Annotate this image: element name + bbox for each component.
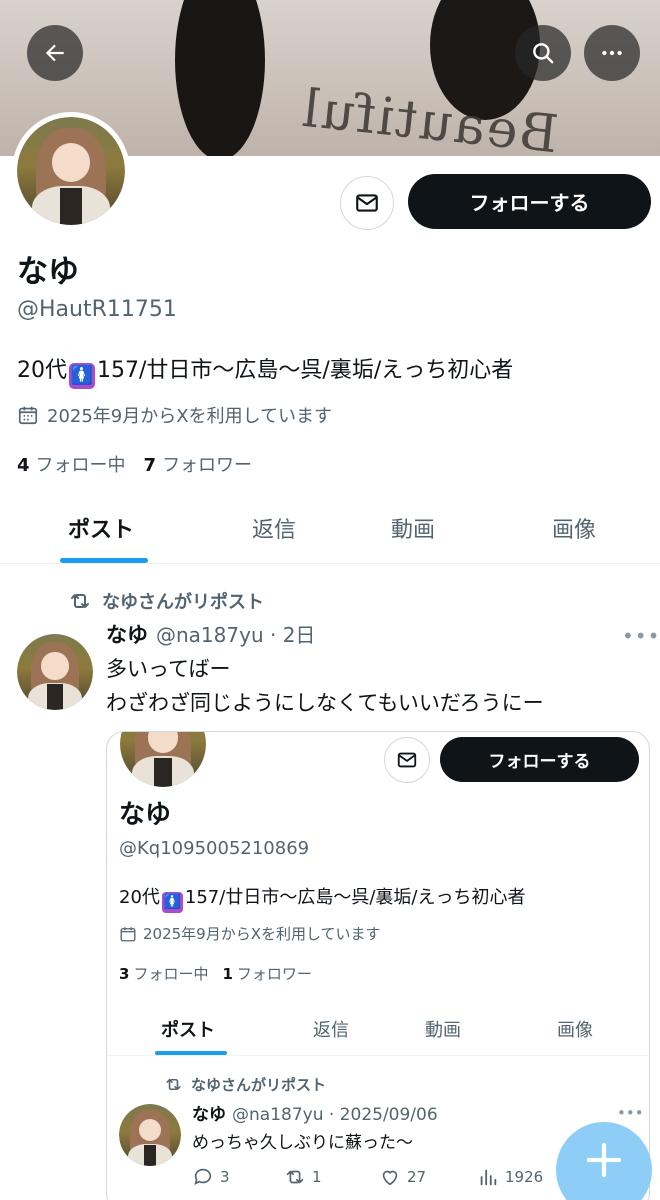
avatar-image xyxy=(17,117,125,225)
joined-date: 2025年9月からXを利用しています xyxy=(17,402,332,428)
embed-post-text: めっちゃ久しぶりに蘇った〜 xyxy=(192,1133,413,1153)
tab-images[interactable]: 画像 xyxy=(552,512,596,544)
tab-replies[interactable]: 返信 xyxy=(252,512,296,544)
back-button[interactable] xyxy=(27,25,83,81)
more-horizontal-icon xyxy=(602,50,622,56)
embed-repost-action: 1 xyxy=(284,1166,322,1188)
post-header: なゆ @na187yu · 2日 xyxy=(106,619,315,649)
plus-icon xyxy=(586,1142,622,1178)
following-count: 4 xyxy=(17,455,30,476)
embed-followers-label: フォロワー xyxy=(236,965,312,983)
profile-avatar[interactable] xyxy=(12,112,130,230)
female-sign-emoji: 🚺 xyxy=(69,363,95,389)
profile-bio: 20代 🚺 157/廿日市〜広島〜呉/裏垢/えっち初心者 xyxy=(17,352,513,389)
envelope-icon xyxy=(356,194,378,212)
followers-link[interactable]: 7 フォロワー xyxy=(144,451,253,477)
bio-prefix: 20代 xyxy=(17,358,67,383)
following-link[interactable]: 4 フォロー中 xyxy=(17,451,126,477)
post-image[interactable]: フォローする なゆ @Kq1095005210869 20代 🚺 157/廿日市〜広… xyxy=(106,731,650,1200)
post-meta[interactable]: @na187yu · 2日 xyxy=(156,619,315,648)
embed-views-action: 1926 xyxy=(477,1166,543,1188)
embed-tab-videos: 動画 xyxy=(425,1020,461,1041)
avatar-image xyxy=(17,634,93,710)
arrow-left-icon xyxy=(45,44,64,62)
avatar-image xyxy=(120,732,206,787)
calendar-icon xyxy=(120,926,136,941)
post-author-name[interactable]: なゆ xyxy=(106,619,148,649)
embed-post-header: なゆ @na187yu · 2025/09/06 xyxy=(192,1100,438,1125)
embed-tab-posts: ポスト xyxy=(161,1020,215,1041)
embed-post-author: なゆ xyxy=(192,1105,226,1125)
banner-hair-left xyxy=(175,0,265,156)
active-tab-indicator xyxy=(60,558,148,563)
repost-icon xyxy=(166,1078,181,1091)
search-icon xyxy=(533,43,554,64)
bio-suffix: 157/廿日市〜広島〜呉/裏垢/えっち初心者 xyxy=(97,358,514,383)
heart-icon xyxy=(382,1170,398,1186)
repost-icon xyxy=(286,1170,304,1184)
post-text: 多いってばー わざわざ同じようにしなくてもいいだろうにー xyxy=(106,652,544,720)
embed-reply-count: 3 xyxy=(220,1168,230,1186)
embed-message-button xyxy=(384,737,430,783)
post-more-button[interactable]: ••• xyxy=(622,624,660,648)
profile-name: なゆ xyxy=(17,254,79,290)
avatar-image xyxy=(119,1104,181,1166)
embed-like-action: 27 xyxy=(379,1166,426,1188)
profile-tabs: ポスト 返信 動画 画像 xyxy=(0,500,660,564)
embed-follow-button: フォローする xyxy=(440,737,639,782)
envelope-icon xyxy=(397,752,417,768)
followers-label: フォロワー xyxy=(162,455,253,476)
search-button[interactable] xyxy=(515,25,571,81)
tab-posts[interactable]: ポスト xyxy=(68,512,134,544)
embed-tabs: ポスト 返信 動画 画像 xyxy=(107,1004,649,1056)
embed-reply-action: 3 xyxy=(192,1166,230,1188)
reply-icon xyxy=(194,1168,212,1185)
embed-tab-images: 画像 xyxy=(557,1020,593,1041)
joined-text: 2025年9月からXを利用しています xyxy=(47,406,333,427)
embed-avatar xyxy=(117,732,209,790)
embed-repost-indicator: なゆさんがリポスト xyxy=(164,1074,326,1095)
post-line: わざわざ同じようにしなくてもいいだろうにー xyxy=(106,691,544,715)
embed-joined-text: 2025年9月からXを利用しています xyxy=(143,925,381,943)
embed-joined-date: 2025年9月からXを利用しています xyxy=(119,923,381,944)
embed-repost-count: 1 xyxy=(312,1168,322,1186)
message-button[interactable] xyxy=(340,176,394,230)
embed-more-icon: ••• xyxy=(617,1104,644,1122)
follow-button[interactable]: フォローする xyxy=(408,174,651,229)
views-icon xyxy=(480,1169,497,1186)
repost-label: なゆさんがリポスト xyxy=(102,592,264,613)
embed-active-tab-indicator xyxy=(155,1051,227,1055)
embed-follow-stats: 3 フォロー中 1 フォロワー xyxy=(119,963,312,984)
embed-post-avatar xyxy=(119,1104,181,1166)
embed-bio: 20代 🚺 157/廿日市〜広島〜呉/裏垢/えっち初心者 xyxy=(119,883,525,913)
embed-name: なゆ xyxy=(119,800,172,830)
following-label: フォロー中 xyxy=(35,455,126,476)
embed-followers-count: 1 xyxy=(222,965,233,983)
embed-bio-suffix: 157/廿日市〜広島〜呉/裏垢/えっち初心者 xyxy=(184,887,526,908)
embed-tab-replies: 返信 xyxy=(313,1020,349,1041)
embed-view-count: 1926 xyxy=(505,1168,544,1186)
profile-handle: @HautR11751 xyxy=(17,297,177,322)
embed-post-meta: @na187yu · 2025/09/06 xyxy=(232,1105,438,1125)
post-author-avatar[interactable] xyxy=(17,634,93,710)
calendar-icon xyxy=(18,406,38,425)
follow-stats: 4 フォロー中 7 フォロワー xyxy=(17,451,252,477)
tab-videos[interactable]: 動画 xyxy=(391,512,435,544)
repost-indicator: なゆさんがリポスト xyxy=(68,588,264,614)
embed-repost-label: なゆさんがリポスト xyxy=(191,1076,327,1094)
female-sign-emoji: 🚺 xyxy=(161,892,183,913)
post-line: 多いってばー xyxy=(106,657,231,681)
embed-like-count: 27 xyxy=(407,1168,427,1186)
embed-bio-prefix: 20代 xyxy=(119,887,160,908)
repost-icon xyxy=(71,594,89,608)
embed-following-count: 3 xyxy=(119,965,130,983)
embed-following-label: フォロー中 xyxy=(133,965,209,983)
embed-handle: @Kq1095005210869 xyxy=(119,838,310,859)
more-options-button[interactable] xyxy=(584,25,640,81)
followers-count: 7 xyxy=(143,455,157,476)
